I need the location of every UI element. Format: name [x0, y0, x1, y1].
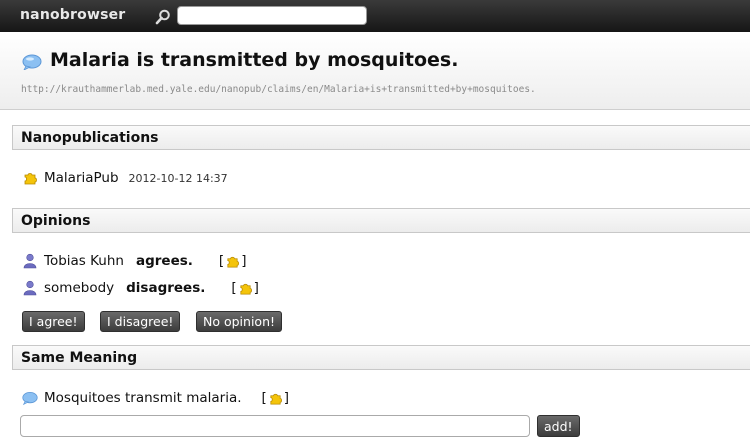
speech-bubble-icon — [22, 54, 42, 70]
opinion-source: [ ] — [219, 253, 247, 269]
speech-bubble-icon — [22, 392, 38, 406]
search-input[interactable] — [177, 6, 367, 25]
add-button[interactable]: add! — [537, 415, 580, 437]
claim-title: Malaria is transmitted by mosquitoes. — [50, 49, 459, 71]
opinion-source: [ ] — [231, 280, 259, 296]
same-meaning-item: Mosquitoes transmit malaria. [ ] — [22, 388, 289, 408]
puzzle-piece-icon[interactable] — [268, 391, 283, 406]
opinion-person[interactable]: somebody — [44, 280, 114, 296]
nanopublication-timestamp: 2012-10-12 14:37 — [128, 171, 228, 185]
opinion-person[interactable]: Tobias Kuhn — [44, 253, 124, 269]
claim-header: Malaria is transmitted by mosquitoes. ht… — [0, 32, 750, 110]
bracket-close: ] — [283, 390, 290, 406]
bracket-close: ] — [253, 280, 259, 296]
disagree-button[interactable]: I disagree! — [100, 311, 181, 332]
agree-button[interactable]: I agree! — [22, 311, 85, 332]
section-same-meaning-header: Same Meaning — [12, 345, 750, 370]
bracket-open: [ — [261, 390, 267, 406]
bracket-open: [ — [218, 253, 225, 269]
claim-url[interactable]: http://krauthammerlab.med.yale.edu/nanop… — [21, 84, 536, 95]
person-icon — [23, 280, 37, 296]
puzzle-piece-icon — [24, 173, 37, 185]
no-opinion-button[interactable]: No opinion! — [196, 311, 283, 332]
search-icon[interactable] — [154, 8, 172, 26]
nanopublication-item[interactable]: MalariaPub 2012-10-12 14:37 — [22, 168, 228, 188]
section-opinions-header: Opinions — [12, 208, 750, 233]
nanopublication-name[interactable]: MalariaPub — [44, 170, 119, 186]
top-navigation-bar: nanobrowser — [0, 0, 750, 32]
puzzle-piece-icon[interactable] — [225, 254, 240, 269]
person-icon — [23, 253, 37, 269]
app-brand[interactable]: nanobrowser — [20, 7, 125, 23]
add-same-meaning-input[interactable] — [20, 415, 530, 437]
same-meaning-claim[interactable]: Mosquitoes transmit malaria. — [44, 390, 242, 406]
bracket-close: ] — [241, 253, 247, 269]
bracket-open: [ — [231, 280, 237, 296]
puzzle-piece-icon[interactable] — [238, 281, 253, 296]
same-meaning-source: [ ] — [262, 390, 290, 406]
opinion-row: somebody disagrees. [ ] — [22, 278, 259, 298]
section-nanopublications-header: Nanopublications — [12, 125, 750, 150]
opinion-row: Tobias Kuhn agrees. [ ] — [22, 251, 246, 271]
opinion-stance: agrees. — [135, 253, 193, 269]
opinion-stance: disagrees. — [126, 280, 206, 296]
